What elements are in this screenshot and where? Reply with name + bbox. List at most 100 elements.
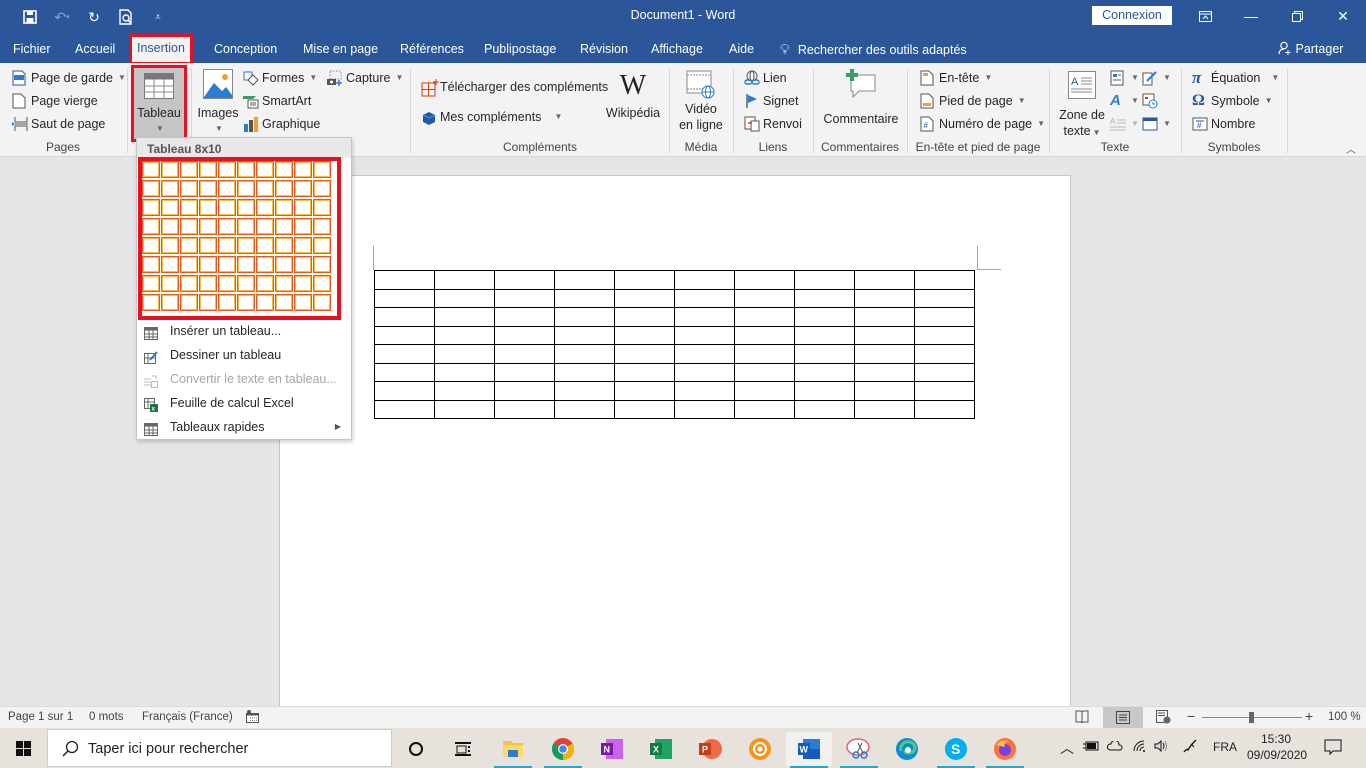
convert-text-item[interactable]: Convertir le texte en tableau... bbox=[137, 367, 351, 391]
grid-picker-cell[interactable] bbox=[313, 180, 331, 197]
read-mode-icon[interactable] bbox=[1075, 710, 1089, 726]
zoom-out-button[interactable]: − bbox=[1187, 708, 1195, 724]
onedrive-icon[interactable] bbox=[1106, 740, 1123, 754]
quick-parts-button[interactable]: ▼ bbox=[1110, 68, 1139, 88]
chart-button[interactable]: Graphique bbox=[243, 114, 320, 134]
date-time-button[interactable] bbox=[1142, 91, 1158, 111]
zoom-slider-thumb[interactable] bbox=[1249, 712, 1254, 723]
document-table[interactable] bbox=[374, 270, 975, 419]
input-language[interactable]: FRA bbox=[1213, 740, 1237, 754]
table-cell[interactable] bbox=[674, 381, 735, 401]
grid-picker-cell[interactable] bbox=[294, 180, 312, 197]
quick-tables-item[interactable]: Tableaux rapides ▶ bbox=[137, 415, 351, 439]
table-cell[interactable] bbox=[374, 325, 435, 345]
table-cell[interactable] bbox=[374, 307, 435, 327]
grid-picker-cell[interactable] bbox=[237, 180, 255, 197]
zoom-in-button[interactable]: + bbox=[1305, 708, 1313, 724]
grid-picker-cell[interactable] bbox=[199, 256, 217, 273]
grid-picker-cell[interactable] bbox=[199, 199, 217, 216]
table-cell[interactable] bbox=[554, 344, 615, 364]
blank-page-button[interactable]: Page vierge bbox=[12, 91, 98, 111]
table-cell[interactable] bbox=[794, 344, 855, 364]
table-cell[interactable] bbox=[794, 288, 855, 308]
grid-picker-cell[interactable] bbox=[275, 180, 293, 197]
grid-picker-cell[interactable] bbox=[161, 237, 179, 254]
save-icon[interactable] bbox=[14, 6, 46, 28]
grid-picker-cell[interactable] bbox=[199, 237, 217, 254]
tab-accueil[interactable]: Accueil bbox=[69, 37, 121, 63]
table-cell[interactable] bbox=[674, 362, 735, 382]
link-button[interactable]: Lien bbox=[744, 68, 787, 88]
table-cell[interactable] bbox=[854, 288, 915, 308]
table-cell[interactable] bbox=[374, 381, 435, 401]
smartart-button[interactable]: SmartArt bbox=[243, 91, 311, 111]
table-cell[interactable] bbox=[854, 307, 915, 327]
ribbon-display-options-icon[interactable] bbox=[1182, 0, 1228, 32]
number-button[interactable]: # Nombre bbox=[1192, 114, 1255, 134]
table-cell[interactable] bbox=[614, 307, 675, 327]
grid-picker-cell[interactable] bbox=[237, 294, 255, 311]
firefox-icon[interactable] bbox=[982, 732, 1028, 768]
table-cell[interactable] bbox=[554, 399, 615, 419]
grid-picker-cell[interactable] bbox=[294, 256, 312, 273]
table-cell[interactable] bbox=[794, 270, 855, 290]
grid-picker-cell[interactable] bbox=[294, 218, 312, 235]
table-cell[interactable] bbox=[554, 288, 615, 308]
page-count[interactable]: Page 1 sur 1 bbox=[8, 711, 73, 723]
powerpoint-icon[interactable]: P bbox=[687, 732, 733, 766]
table-cell[interactable] bbox=[854, 344, 915, 364]
table-cell[interactable] bbox=[734, 399, 795, 419]
table-cell[interactable] bbox=[674, 344, 735, 364]
grid-picker-cell[interactable] bbox=[256, 237, 274, 254]
word-count[interactable]: 0 mots bbox=[89, 711, 124, 723]
excel-sheet-item[interactable]: x Feuille de calcul Excel bbox=[137, 391, 351, 415]
table-cell[interactable] bbox=[434, 288, 495, 308]
table-grid-picker[interactable] bbox=[138, 157, 341, 320]
skype-icon[interactable]: S bbox=[933, 732, 979, 768]
my-addins-button[interactable]: Mes compléments ▼ bbox=[421, 107, 562, 127]
tab-fichier[interactable]: Fichier bbox=[7, 37, 57, 63]
table-cell[interactable] bbox=[554, 307, 615, 327]
table-cell[interactable] bbox=[914, 325, 975, 345]
online-video-button[interactable]: Vidéo en ligne bbox=[676, 69, 726, 133]
grid-picker-cell[interactable] bbox=[294, 275, 312, 292]
language-status[interactable]: Français (France) bbox=[142, 711, 233, 723]
excel-icon[interactable]: X bbox=[638, 732, 684, 766]
grid-picker-cell[interactable] bbox=[237, 237, 255, 254]
table-cell[interactable] bbox=[794, 381, 855, 401]
table-cell[interactable] bbox=[434, 399, 495, 419]
table-cell[interactable] bbox=[554, 325, 615, 345]
cross-reference-button[interactable]: Renvoi bbox=[744, 114, 802, 134]
signin-button[interactable]: Connexion bbox=[1092, 6, 1172, 25]
grid-picker-cell[interactable] bbox=[218, 294, 236, 311]
grid-picker-cell[interactable] bbox=[237, 256, 255, 273]
text-box-button[interactable]: A Zone de texte ▼ bbox=[1056, 71, 1108, 141]
symbol-button[interactable]: Ω Symbole ▼ bbox=[1192, 91, 1273, 111]
table-cell[interactable] bbox=[734, 362, 795, 382]
table-cell[interactable] bbox=[614, 270, 675, 290]
table-cell[interactable] bbox=[614, 381, 675, 401]
grid-picker-cell[interactable] bbox=[256, 161, 274, 178]
tab-revision[interactable]: Révision bbox=[574, 37, 634, 63]
grid-picker-cell[interactable] bbox=[294, 199, 312, 216]
table-cell[interactable] bbox=[794, 307, 855, 327]
grid-picker-cell[interactable] bbox=[199, 180, 217, 197]
grid-picker-cell[interactable] bbox=[237, 218, 255, 235]
table-cell[interactable] bbox=[434, 381, 495, 401]
table-cell[interactable] bbox=[674, 307, 735, 327]
grid-picker-cell[interactable] bbox=[237, 199, 255, 216]
tell-me-search[interactable]: 💡︎ Rechercher des outils adaptés bbox=[780, 37, 967, 61]
table-cell[interactable] bbox=[434, 325, 495, 345]
tab-conception[interactable]: Conception bbox=[208, 37, 283, 63]
table-cell[interactable] bbox=[494, 307, 555, 327]
grid-picker-cell[interactable] bbox=[313, 218, 331, 235]
grid-picker-cell[interactable] bbox=[142, 237, 160, 254]
grid-picker-cell[interactable] bbox=[256, 294, 274, 311]
grid-picker-cell[interactable] bbox=[142, 218, 160, 235]
grid-picker-cell[interactable] bbox=[199, 218, 217, 235]
table-cell[interactable] bbox=[794, 325, 855, 345]
grid-picker-cell[interactable] bbox=[294, 294, 312, 311]
customize-qat-icon[interactable]: ⩡ bbox=[142, 6, 174, 28]
minimize-icon[interactable]: — bbox=[1228, 0, 1274, 32]
taskbar-search-box[interactable]: Taper ici pour rechercher bbox=[47, 729, 392, 767]
